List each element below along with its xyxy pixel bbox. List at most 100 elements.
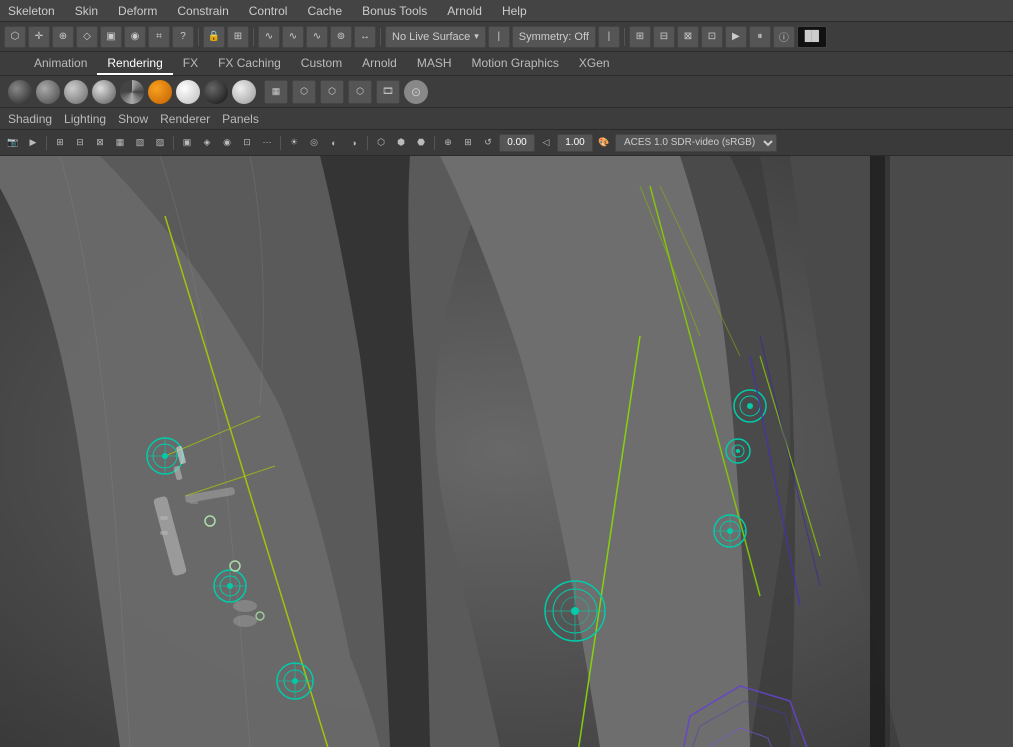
symmetry-dropdown[interactable]: Symmetry: Off bbox=[512, 26, 596, 48]
menu-deform[interactable]: Deform bbox=[114, 2, 161, 20]
tool-btn-7[interactable]: ⌗ bbox=[148, 26, 170, 48]
tool-grid4[interactable]: ⊡ bbox=[701, 26, 723, 48]
flat-icon-grid[interactable]: ▦ bbox=[264, 80, 288, 104]
vp-icon-gamma-arrow[interactable]: ◁ bbox=[537, 134, 555, 152]
menu-constrain[interactable]: Constrain bbox=[173, 2, 232, 20]
tool-curve3[interactable]: ∿ bbox=[306, 26, 328, 48]
sphere-lightgray[interactable] bbox=[232, 80, 256, 104]
tab-animation[interactable]: Animation bbox=[24, 53, 97, 75]
menu-skeleton[interactable]: Skeleton bbox=[4, 2, 59, 20]
tool-btn-3[interactable]: ⊕ bbox=[52, 26, 74, 48]
tool-btn-8[interactable]: ? bbox=[172, 26, 194, 48]
vp-icon-cube1[interactable]: ▣ bbox=[178, 134, 196, 152]
vp-icon-grid[interactable]: ⊞ bbox=[51, 134, 69, 152]
menu-cache[interactable]: Cache bbox=[303, 2, 346, 20]
vp-icon-paste[interactable]: ⊞ bbox=[459, 134, 477, 152]
vp-icon-cube3[interactable]: ◉ bbox=[218, 134, 236, 152]
flat-icon-render3[interactable]: ⬡ bbox=[348, 80, 372, 104]
tool-grid2[interactable]: ⊟ bbox=[653, 26, 675, 48]
tab-xgen[interactable]: XGen bbox=[569, 53, 620, 75]
tool-btn-4[interactable]: ◇ bbox=[76, 26, 98, 48]
menu-help[interactable]: Help bbox=[498, 2, 531, 20]
shading-menu-renderer[interactable]: Renderer bbox=[160, 112, 210, 126]
vp-icon-grid3[interactable]: ⊠ bbox=[91, 134, 109, 152]
vp-icon-grid2[interactable]: ⊟ bbox=[71, 134, 89, 152]
scene-svg bbox=[0, 156, 1013, 747]
flat-icon-film[interactable]: 🎞 bbox=[376, 80, 400, 104]
menu-skin[interactable]: Skin bbox=[71, 2, 102, 20]
tab-fx-caching[interactable]: FX Caching bbox=[208, 53, 291, 75]
vp-icon-cam[interactable]: 📷 bbox=[4, 134, 22, 152]
gamma-input[interactable] bbox=[499, 134, 535, 152]
vp-icon-sync[interactable]: ↺ bbox=[479, 134, 497, 152]
tool-move[interactable]: ↔ bbox=[354, 26, 376, 48]
tab-rendering[interactable]: Rendering bbox=[97, 53, 172, 75]
sphere-black[interactable] bbox=[204, 80, 228, 104]
tool-play[interactable]: ▶ bbox=[725, 26, 747, 48]
tool-btn-6[interactable]: ◉ bbox=[124, 26, 146, 48]
tool-btn-1[interactable]: ⬡ bbox=[4, 26, 26, 48]
vp-icon-dots[interactable]: ⋯ bbox=[258, 134, 276, 152]
vp-icon-light3[interactable]: ◐ bbox=[325, 134, 343, 152]
sphere-striped[interactable] bbox=[120, 80, 144, 104]
tab-empty[interactable] bbox=[4, 60, 24, 68]
shading-menu-lighting[interactable]: Lighting bbox=[64, 112, 106, 126]
tool-pause[interactable]: ⏸ bbox=[749, 26, 771, 48]
sphere-gray[interactable] bbox=[64, 80, 88, 104]
flat-icon-render1[interactable]: ⬡ bbox=[292, 80, 316, 104]
tool-lock[interactable]: 🔒 bbox=[203, 26, 225, 48]
tool-btn-5[interactable]: ▣ bbox=[100, 26, 122, 48]
vp-icon-light1[interactable]: ☀ bbox=[285, 134, 303, 152]
tool-grid3[interactable]: ⊠ bbox=[677, 26, 699, 48]
tool-info2[interactable]: ██ bbox=[797, 26, 827, 48]
sphere-chrome[interactable] bbox=[92, 80, 116, 104]
vp-icon-cube4[interactable]: ⊡ bbox=[238, 134, 256, 152]
tool-curve2[interactable]: ∿ bbox=[282, 26, 304, 48]
vp-icon-light4[interactable]: ◑ bbox=[345, 134, 363, 152]
menu-bonus-tools[interactable]: Bonus Tools bbox=[358, 2, 431, 20]
tool-curve1[interactable]: ∿ bbox=[258, 26, 280, 48]
tab-fx[interactable]: FX bbox=[173, 53, 208, 75]
vp-icon-cube2[interactable]: ◈ bbox=[198, 134, 216, 152]
tool-curve4[interactable]: ⊚ bbox=[330, 26, 352, 48]
render-icon-circle[interactable]: ⊙ bbox=[404, 80, 428, 104]
vp-icon-light2[interactable]: ◎ bbox=[305, 134, 323, 152]
tool-magnet[interactable]: ⊞ bbox=[227, 26, 249, 48]
vp-icon-shading1[interactable]: ⬡ bbox=[372, 134, 390, 152]
tool-btn-2[interactable]: ✛ bbox=[28, 26, 50, 48]
vp-icon-grid4[interactable]: ▦ bbox=[111, 134, 129, 152]
menu-bar: Skeleton Skin Deform Constrain Control C… bbox=[0, 0, 1013, 22]
color-profile-select[interactable]: ACES 1.0 SDR-video (sRGB) bbox=[615, 134, 777, 152]
vp-icon-grid6[interactable]: ▨ bbox=[151, 134, 169, 152]
sphere-white[interactable] bbox=[176, 80, 200, 104]
tool-info[interactable]: ⓘ bbox=[773, 26, 795, 48]
vp-icon-grid5[interactable]: ▧ bbox=[131, 134, 149, 152]
menu-arnold[interactable]: Arnold bbox=[443, 2, 486, 20]
sphere-medium[interactable] bbox=[36, 80, 60, 104]
shading-menu-show[interactable]: Show bbox=[118, 112, 148, 126]
shading-menu-panels[interactable]: Panels bbox=[222, 112, 259, 126]
exposure-input[interactable] bbox=[557, 134, 593, 152]
vp-sep3 bbox=[280, 136, 281, 150]
tool-arrow[interactable]: | bbox=[488, 26, 510, 48]
separator bbox=[198, 28, 199, 46]
separator2 bbox=[253, 28, 254, 46]
sphere-orange[interactable] bbox=[148, 80, 172, 104]
tab-motion-graphics[interactable]: Motion Graphics bbox=[462, 53, 569, 75]
vp-icon-copy[interactable]: ⊕ bbox=[439, 134, 457, 152]
menu-control[interactable]: Control bbox=[245, 2, 292, 20]
tab-custom[interactable]: Custom bbox=[291, 53, 352, 75]
shading-menu-shading[interactable]: Shading bbox=[8, 112, 52, 126]
vp-icon-shading2[interactable]: ⬢ bbox=[392, 134, 410, 152]
vp-icon-shading3[interactable]: ⬣ bbox=[412, 134, 430, 152]
shading-bar: Shading Lighting Show Renderer Panels bbox=[0, 108, 1013, 130]
tab-arnold[interactable]: Arnold bbox=[352, 53, 407, 75]
live-surface-dropdown[interactable]: No Live Surface bbox=[385, 26, 486, 48]
flat-icon-render2[interactable]: ⬡ bbox=[320, 80, 344, 104]
vp-icon-lut[interactable]: 🎨 bbox=[595, 134, 613, 152]
vp-icon-cam2[interactable]: ▶ bbox=[24, 134, 42, 152]
tool-grid1[interactable]: ⊞ bbox=[629, 26, 651, 48]
tab-mash[interactable]: MASH bbox=[407, 53, 462, 75]
tool-sym-arrow[interactable]: | bbox=[598, 26, 620, 48]
sphere-dark[interactable] bbox=[8, 80, 32, 104]
